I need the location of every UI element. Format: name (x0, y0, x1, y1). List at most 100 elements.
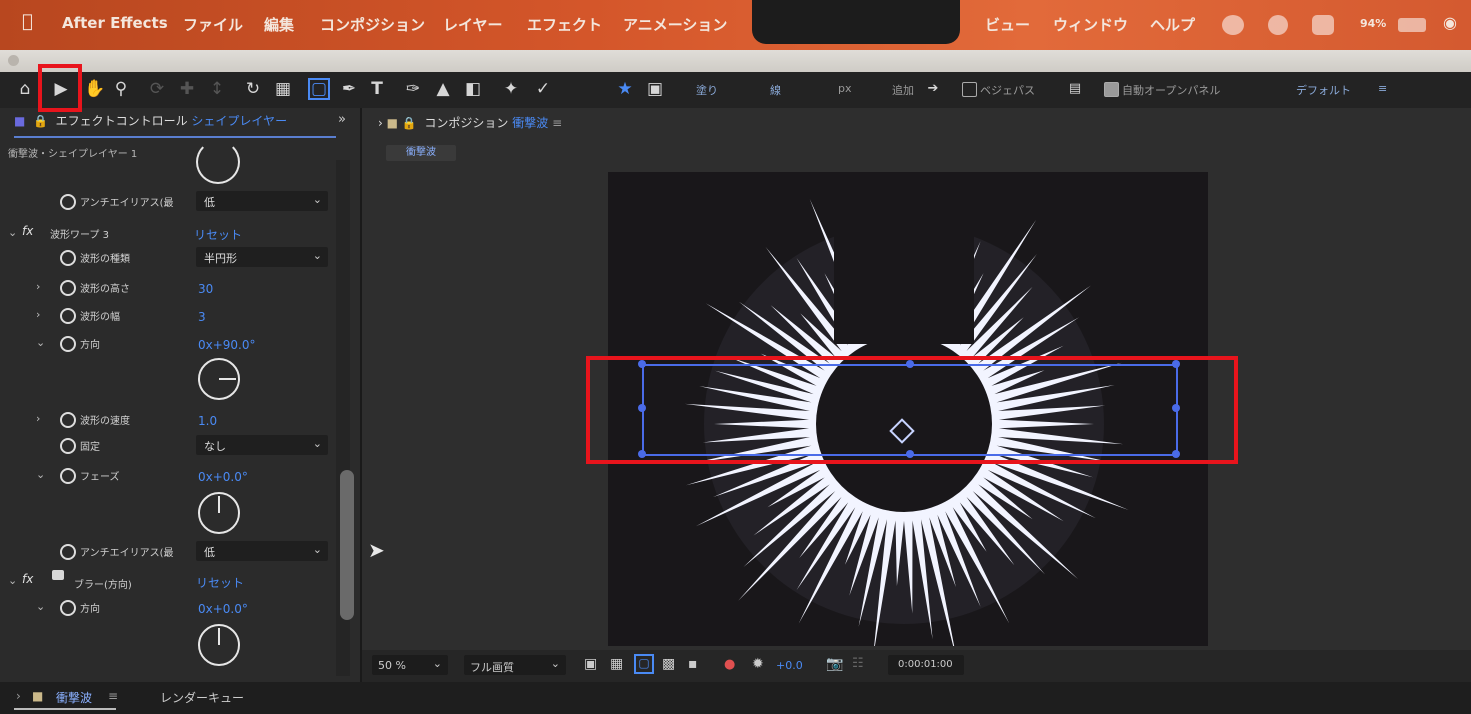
wave-type-dropdown[interactable]: 半円形 ⌄ (196, 247, 328, 267)
roto-brush-icon[interactable]: ✦ (500, 78, 522, 100)
close-window-icon[interactable] (8, 55, 19, 66)
stopwatch-icon[interactable] (60, 468, 76, 484)
menu-app[interactable]: After Effects (62, 14, 168, 32)
puppet-pin-icon[interactable]: ✓ (532, 78, 554, 100)
stopwatch-icon[interactable] (60, 194, 76, 210)
twirl-open-icon[interactable]: ⌄ (8, 574, 17, 587)
twirl-closed-icon[interactable]: › (36, 280, 40, 293)
menu-file[interactable]: ファイル (183, 14, 243, 35)
stopwatch-icon[interactable] (60, 412, 76, 428)
dolly-tool-icon[interactable]: ↕ (206, 78, 228, 100)
menu-window[interactable]: ウィンドウ (1053, 14, 1128, 35)
stopwatch-icon[interactable] (60, 250, 76, 266)
stroke-label[interactable]: 線 (770, 82, 781, 98)
stopwatch-icon[interactable] (60, 336, 76, 352)
orbit-tool-icon[interactable]: ⟳ (146, 78, 168, 100)
timeline-tab[interactable]: 衝撃波 (56, 689, 92, 706)
resolution-dropdown[interactable]: フル画質 ⌄ (464, 655, 566, 675)
menu-effect[interactable]: エフェクト (527, 14, 602, 35)
timeline-menu-icon[interactable]: ≡ (108, 689, 118, 703)
add-label[interactable]: 追加 (892, 82, 914, 98)
reset-link[interactable]: リセット (196, 574, 244, 591)
color-channels-icon[interactable]: ● (724, 657, 735, 672)
region-of-interest-icon[interactable]: ▣ (584, 656, 597, 672)
angle-dial-partial[interactable] (196, 140, 240, 184)
menu-animation[interactable]: アニメーション (623, 14, 727, 35)
twirl-closed-icon[interactable]: › (36, 308, 40, 321)
pan-tool-icon[interactable]: ✚ (176, 78, 198, 100)
scrollbar-thumb[interactable] (340, 470, 354, 620)
workspace-default[interactable]: デフォルト (1296, 82, 1351, 98)
panel-menu-icon[interactable]: » (338, 112, 346, 127)
comp-breadcrumb-chip[interactable]: 衝撃波 (386, 145, 456, 161)
phase-value[interactable]: 0x+0.0° (198, 470, 248, 484)
add-dropdown-icon[interactable]: ➔ (922, 78, 944, 100)
phase-dial[interactable] (198, 492, 240, 534)
auto-open-checkbox[interactable] (1104, 82, 1119, 97)
menu-layer[interactable]: レイヤー (443, 14, 503, 35)
shape-options-icon[interactable]: ▤ (1064, 78, 1086, 100)
menu-edit[interactable]: 編集 (264, 14, 294, 35)
menu-view[interactable]: ビュー (985, 14, 1030, 35)
timecode-field[interactable]: 0:00:01:00 (888, 655, 964, 675)
effect-controls-tab[interactable]: ■ 🔒 エフェクトコントロール シェイプレイヤー (14, 112, 287, 129)
wave-speed-value[interactable]: 1.0 (198, 414, 217, 428)
stopwatch-icon[interactable] (60, 544, 76, 560)
type-tool-icon[interactable]: T (366, 78, 388, 100)
wave-width-value[interactable]: 3 (198, 310, 206, 324)
pinning-dropdown[interactable]: なし ⌄ (196, 435, 328, 455)
guides-icon[interactable]: ▩ (662, 656, 675, 672)
twirl-closed-icon[interactable]: › (36, 412, 40, 425)
blur-direction-value[interactable]: 0x+0.0° (198, 602, 248, 616)
fill-label[interactable]: 塗り (696, 82, 718, 98)
brush-tool-icon[interactable]: ✑ (402, 78, 424, 100)
stroke-width[interactable]: px (838, 82, 852, 95)
zoom-dropdown[interactable]: 50 % ⌄ (372, 655, 448, 675)
rectangle-tool-icon[interactable]: ▢ (308, 78, 330, 100)
rotate-tool-icon[interactable]: ↻ (242, 78, 264, 100)
menu-help[interactable]: ヘルプ (1150, 14, 1195, 35)
workspace-menu-icon[interactable]: ≡ (1378, 82, 1387, 95)
eraser-tool-icon[interactable]: ◧ (462, 78, 484, 100)
home-icon[interactable]: ⌂ (14, 78, 36, 100)
stopwatch-icon[interactable] (60, 600, 76, 616)
display-icon[interactable] (1312, 15, 1334, 35)
twirl-open-icon[interactable]: ⌄ (36, 600, 45, 613)
exposure-value[interactable]: +0.0 (776, 659, 803, 672)
snapshot-camera-icon[interactable]: 📷 (826, 656, 843, 672)
direction-dial[interactable] (198, 358, 240, 400)
anchor-tool-icon[interactable]: ▦ (272, 78, 294, 100)
reset-link[interactable]: リセット (194, 226, 242, 243)
wifi-icon[interactable]: ◉ (1443, 13, 1457, 32)
stopwatch-icon[interactable] (60, 280, 76, 296)
mask-visibility-icon[interactable]: ▢ (634, 654, 654, 674)
snap-star-icon[interactable]: ★ (614, 78, 636, 100)
twirl-open-icon[interactable]: ⌄ (36, 336, 45, 349)
stopwatch-icon[interactable] (60, 438, 76, 454)
antialias-dropdown-2[interactable]: 低 ⌄ (196, 541, 328, 561)
snapshot-compare-icon[interactable]: ▪ (688, 656, 698, 672)
fx-icon[interactable]: fx (22, 572, 33, 586)
exposure-reset-icon[interactable]: ✹ (752, 656, 764, 672)
pen-tool-icon[interactable]: ✒ (338, 78, 360, 100)
apple-icon[interactable]:  (22, 11, 33, 32)
twirl-open-icon[interactable]: ⌄ (8, 226, 17, 239)
bezier-checkbox[interactable] (962, 82, 977, 97)
show-snapshot-icon[interactable]: ☷ (852, 656, 864, 671)
antialias-dropdown-1[interactable]: 低 ⌄ (196, 191, 328, 211)
transparency-grid-icon[interactable]: ▦ (610, 656, 623, 672)
stopwatch-icon[interactable] (60, 308, 76, 324)
blur-direction-dial[interactable] (198, 624, 240, 666)
zoom-tool-icon[interactable]: ⚲ (110, 78, 132, 100)
creative-cloud-icon[interactable] (1222, 15, 1244, 35)
fx-icon[interactable]: fx (22, 224, 33, 238)
wave-height-value[interactable]: 30 (198, 282, 213, 296)
clone-stamp-icon[interactable]: ▲ (432, 78, 454, 100)
record-icon[interactable] (1268, 15, 1288, 35)
snap-box-icon[interactable]: ▣ (644, 78, 666, 100)
menu-composition[interactable]: コンポジション (320, 14, 425, 35)
direction-value[interactable]: 0x+90.0° (198, 338, 256, 352)
twirl-open-icon[interactable]: ⌄ (36, 468, 45, 481)
hand-tool-icon[interactable]: ✋ (84, 78, 106, 100)
render-queue-tab[interactable]: レンダーキュー (160, 689, 244, 706)
